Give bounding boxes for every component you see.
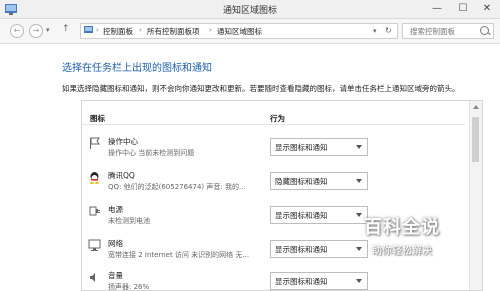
power-icon	[89, 206, 100, 216]
qq-icon	[90, 172, 99, 184]
row-name: 腾讯QQ	[108, 171, 135, 180]
search-icon[interactable]	[480, 26, 489, 35]
search-input[interactable]: 搜索控制面板	[410, 26, 455, 37]
navigation-bar: ← → ▾ ↑ › 控制面板 › 所有控制面板项 › 通知区域图标 ▾ ↻ 搜索…	[0, 19, 500, 44]
flag-icon	[90, 137, 100, 149]
table-row: 音量 扬声器: 26% 显示图标和通知	[88, 267, 458, 291]
watermark-title: 百科全说	[364, 217, 440, 238]
behavior-value: 显示图标和通知	[275, 211, 328, 220]
row-description: 扬声器: 26%	[108, 283, 150, 291]
behavior-value: 显示图标和通知	[275, 277, 328, 286]
row-name: 音量	[108, 271, 123, 280]
address-dropdown-icon[interactable]: ▾	[373, 27, 377, 35]
recent-locations-chevron-icon[interactable]: ▾	[46, 26, 50, 34]
page-description: 如果选择隐藏图标和通知，则不会向你通知更改和更新。若要随时查看隐藏的图标，请单击…	[62, 84, 460, 93]
chevron-down-icon	[356, 145, 362, 149]
forward-button[interactable]: →	[29, 24, 43, 38]
table-row: 腾讯QQ QQ: 他们的泛起(605276474) 声音: 我的... 隐藏图标…	[88, 167, 458, 199]
volume-icon	[90, 273, 95, 282]
icons-table: 图标 行为 操作中心 操作中心 当前未检测到问题 显示图标和通知 腾讯QQ QQ…	[81, 100, 483, 291]
breadcrumb-separator: ›	[139, 26, 142, 34]
table-row: 操作中心 操作中心 当前未检测到问题 显示图标和通知	[88, 133, 458, 165]
breadcrumb-notification-icons[interactable]: 通知区域图标	[217, 26, 262, 37]
behavior-select[interactable]: 隐藏图标和通知	[270, 172, 368, 190]
chevron-down-icon	[356, 279, 362, 283]
column-header-icon: 图标	[90, 114, 105, 123]
vertical-scrollbar[interactable]	[469, 101, 482, 290]
column-header-behavior: 行为	[270, 114, 285, 123]
header-divider	[82, 124, 465, 125]
close-button[interactable]: ✕	[474, 0, 500, 18]
row-description: QQ: 他们的泛起(605276474) 声音: 我的...	[108, 183, 246, 191]
chevron-down-icon	[356, 213, 362, 217]
watermark-subtitle: 助你轻松解决	[372, 246, 432, 257]
behavior-select[interactable]: 显示图标和通知	[270, 206, 368, 224]
page-title: 选择在任务栏上出现的图标和通知	[62, 63, 212, 74]
breadcrumb-separator: ›	[96, 26, 99, 34]
address-bar[interactable]: › 控制面板 › 所有控制面板项 › 通知区域图标 ▾ ↻	[80, 23, 398, 39]
behavior-value: 隐藏图标和通知	[275, 177, 328, 186]
row-description: 未检测到电池	[108, 217, 150, 225]
behavior-select[interactable]: 显示图标和通知	[270, 138, 368, 156]
row-description: 操作中心 当前未检测到问题	[108, 149, 195, 157]
maximize-button[interactable]: ☐	[450, 0, 476, 18]
scroll-thumb[interactable]	[472, 117, 479, 162]
network-icon	[88, 239, 101, 251]
row-name: 操作中心	[108, 137, 138, 146]
search-box[interactable]: 搜索控制面板	[402, 23, 494, 39]
chevron-down-icon	[356, 179, 362, 183]
refresh-icon[interactable]: ↻	[385, 26, 392, 35]
behavior-select[interactable]: 显示图标和通知	[270, 272, 368, 290]
row-name: 电源	[108, 205, 123, 214]
chevron-down-icon	[356, 247, 362, 251]
control-panel-icon	[84, 26, 93, 33]
back-button[interactable]: ←	[10, 24, 24, 38]
behavior-value: 显示图标和通知	[275, 245, 328, 254]
minimize-button[interactable]: —	[424, 0, 450, 18]
title-bar: 通知区域图标 — ☐ ✕	[0, 0, 500, 19]
behavior-value: 显示图标和通知	[275, 143, 328, 152]
row-name: 网络	[108, 239, 123, 248]
breadcrumb-all-items[interactable]: 所有控制面板项	[147, 26, 200, 37]
row-description: 宽带连接 2 Internet 访问 未识别的网络 无...	[108, 251, 250, 259]
behavior-select[interactable]: 显示图标和通知	[270, 240, 368, 258]
up-button[interactable]: ↑	[62, 24, 70, 34]
breadcrumb-control-panel[interactable]: 控制面板	[103, 26, 133, 37]
breadcrumb-separator: ›	[209, 26, 212, 34]
scroll-up-icon[interactable]	[473, 105, 479, 109]
